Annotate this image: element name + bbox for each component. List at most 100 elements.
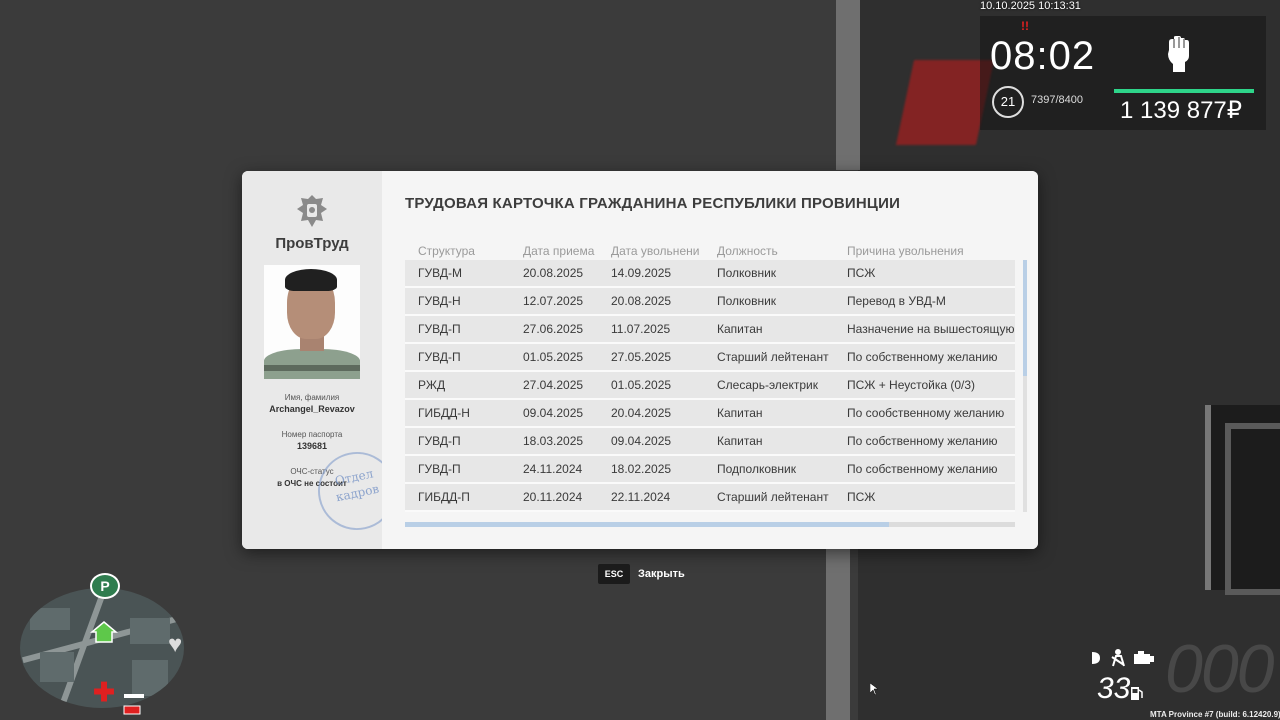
cell-hire-date: 20.11.2024 <box>523 490 583 504</box>
cell-reason: По сообственному желанию <box>847 406 1005 420</box>
name-label: Имя, фамилия <box>284 393 340 402</box>
parking-icon: P <box>90 573 120 599</box>
horizontal-scroll-thumb[interactable] <box>405 522 889 527</box>
table-row[interactable]: ГИБДД-Н 09.04.2025 20.04.2025 Капитан По соо… <box>405 400 1015 428</box>
house-icon <box>90 621 118 643</box>
cell-hire-date: 27.06.2025 <box>523 322 584 336</box>
cell-position: Капитан <box>717 406 763 420</box>
esc-key-button[interactable]: ESC <box>598 564 630 584</box>
money-amount: 1 139 877₽ <box>1120 97 1243 124</box>
cell-structure: ГУВД-М <box>418 266 462 280</box>
col-structure: Структура <box>418 244 475 258</box>
cell-structure: ГУВД-Н <box>418 294 461 308</box>
col-hire-date: Дата приема <box>523 244 595 258</box>
cell-reason: Назначение на вышестоящую <box>847 322 1015 336</box>
records-panel: ТРУДОВАЯ КАРТОЧКА ГРАЖДАНИНА РЕСПУБЛИКИ … <box>382 171 1038 549</box>
col-reason: Причина увольнения <box>847 244 964 258</box>
cell-hire-date: 24.11.2024 <box>523 462 583 476</box>
cell-position: Полковник <box>717 266 777 280</box>
passport-label: Номер паспорта <box>281 430 343 439</box>
road-curb-bottom <box>826 548 850 720</box>
cell-structure: ГУВД-П <box>418 322 461 336</box>
seatbelt-icon <box>1111 649 1125 667</box>
cell-reason: ПСЖ + Неустойка (0/3) <box>847 378 976 392</box>
cell-structure: ГИБДД-Н <box>418 406 470 420</box>
cell-reason: По собственному желанию <box>847 462 998 476</box>
mouse-cursor-icon <box>870 683 878 695</box>
cell-hire-date: 12.07.2025 <box>523 294 584 308</box>
table-row[interactable]: ГУВД-Н 12.07.2025 20.08.2025 Полковник Перев… <box>405 288 1015 316</box>
building-corner <box>1205 405 1280 595</box>
cell-dismiss-date: 20.04.2025 <box>611 406 672 420</box>
table-row[interactable]: ГУВД-П 24.11.2024 18.02.2025 Подполковник По… <box>405 456 1015 484</box>
cell-hire-date: 27.04.2025 <box>523 378 584 392</box>
datetime: 10.10.2025 10:13:31 <box>980 0 1081 12</box>
cell-position: Капитан <box>717 322 763 336</box>
car-icon <box>123 694 144 715</box>
table-row[interactable]: ГУВД-П 18.03.2025 09.04.2025 Капитан По собс… <box>405 428 1015 456</box>
table-row[interactable]: ГУВД-П 27.06.2025 11.07.2025 Капитан Назначе… <box>405 316 1015 344</box>
cell-hire-date: 09.04.2025 <box>523 406 584 420</box>
vertical-scroll-thumb[interactable] <box>1023 260 1027 376</box>
id-panel: ПровТруд Имя, фамилия Archangel_Revazov … <box>242 171 404 549</box>
game-clock: 08:02 <box>990 34 1096 78</box>
level-ring: 21 <box>992 86 1024 118</box>
cell-dismiss-date: 01.05.2025 <box>611 378 672 392</box>
card-title: ТРУДОВАЯ КАРТОЧКА ГРАЖДАНИНА РЕСПУБЛИКИ … <box>405 195 901 212</box>
engine-icon <box>1134 651 1154 664</box>
cell-position: Старший лейтенант <box>717 490 829 504</box>
table-header: Структура Дата приема Дата увольнени Дол… <box>418 244 1028 258</box>
cell-dismiss-date: 09.04.2025 <box>611 434 672 448</box>
cell-reason: ПСЖ <box>847 266 876 280</box>
cell-dismiss-date: 11.07.2025 <box>611 322 671 336</box>
table-row[interactable]: РЖД 27.04.2025 01.05.2025 Слесарь-электрик П… <box>405 372 1015 400</box>
speed-value: 33 <box>1097 672 1131 705</box>
close-label[interactable]: Закрыть <box>638 568 685 580</box>
cell-position: Капитан <box>717 434 763 448</box>
name-value: Archangel_Revazov <box>269 404 355 414</box>
cell-position: Слесарь-электрик <box>717 378 818 392</box>
road-curb-top <box>836 0 860 170</box>
cell-structure: ГУВД-П <box>418 350 461 364</box>
cell-dismiss-date: 27.05.2025 <box>611 350 672 364</box>
cell-hire-date: 18.03.2025 <box>523 434 584 448</box>
cell-reason: ПСЖ <box>847 490 876 504</box>
table-row[interactable]: ГУВД-П 01.05.2025 27.05.2025 Старший лейтен… <box>405 344 1015 372</box>
cell-structure: ГИБДД-П <box>418 490 470 504</box>
org-name: ПровТруд <box>275 235 349 252</box>
cell-structure: ГУВД-П <box>418 462 461 476</box>
cell-dismiss-date: 20.08.2025 <box>611 294 672 308</box>
cell-reason: По собственному желанию <box>847 350 998 364</box>
cell-structure: РЖД <box>418 378 446 392</box>
col-dismiss-date: Дата увольнени <box>611 244 700 258</box>
cell-dismiss-date: 14.09.2025 <box>611 266 672 280</box>
eagle-emblem-icon <box>297 195 327 227</box>
passport-value: 139681 <box>296 441 328 451</box>
employment-card-dialog: ПровТруд Имя, фамилия Archangel_Revazov … <box>242 171 1038 549</box>
experience-counter: 7397/8400 <box>1031 94 1083 106</box>
citizen-photo <box>264 265 360 379</box>
headlight-icon <box>1092 652 1100 664</box>
money-bar <box>1114 89 1254 93</box>
build-info: MTA Province #7 (build: 6.12420.9) <box>1150 710 1280 719</box>
cell-dismiss-date: 22.11.2024 <box>611 490 671 504</box>
cell-structure: ГУВД-П <box>418 434 461 448</box>
col-position: Должность <box>717 244 778 258</box>
cell-hire-date: 20.08.2025 <box>523 266 584 280</box>
cell-reason: Перевод в УВД-М <box>847 294 946 308</box>
speed-ghost-digits: 000 <box>1165 631 1274 707</box>
fist-icon <box>1168 36 1189 72</box>
cell-hire-date: 01.05.2025 <box>523 350 584 364</box>
heart-icon: ♥ <box>168 631 183 658</box>
cell-dismiss-date: 18.02.2025 <box>611 462 672 476</box>
table-row[interactable]: ГУВД-М 20.08.2025 14.09.2025 Полковник ПСЖ <box>405 260 1015 288</box>
records-table[interactable]: ГУВД-М 20.08.2025 14.09.2025 Полковник ПСЖ ГУ… <box>405 260 1015 512</box>
cell-reason: По собственному желанию <box>847 434 998 448</box>
table-row[interactable]: ГИБДД-П 20.11.2024 22.11.2024 Старший лейте… <box>405 484 1015 512</box>
cell-position: Подполковник <box>717 462 796 476</box>
hud-panel: !! 08:02 21 7397/8400 1 139 877₽ <box>980 16 1266 130</box>
vehicle-status-icons <box>1092 649 1154 667</box>
fuel-icon <box>1131 687 1143 700</box>
hospital-cross-icon: ✚ <box>93 677 115 707</box>
cell-position: Полковник <box>717 294 777 308</box>
